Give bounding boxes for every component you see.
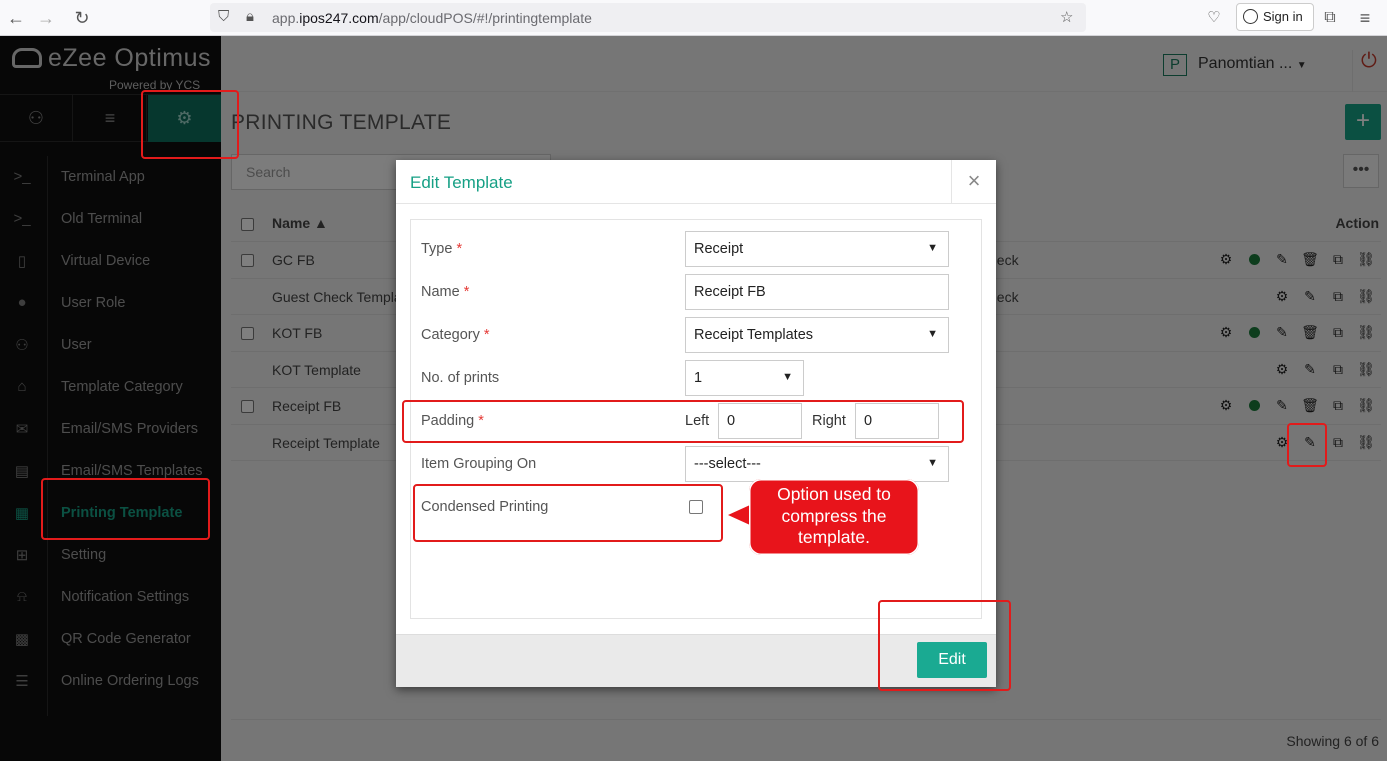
category-row: Category * Receipt Templates: [411, 317, 983, 353]
forward-icon[interactable]: →: [34, 6, 58, 30]
highlight-printing-template: [41, 478, 210, 540]
highlight-padding-row: [402, 400, 964, 443]
extensions-icon[interactable]: ⧉: [1318, 6, 1342, 30]
bookmark-star-icon[interactable]: ☆: [1060, 8, 1073, 26]
address-bar[interactable]: ⛉ 🔒︎ app.ipos247.com/app/cloudPOS/#!/pri…: [210, 3, 1086, 32]
modal-header: Edit Template ×: [396, 160, 996, 204]
grouping-label: Item Grouping On: [421, 456, 537, 472]
browser-toolbar: ← → ↻ ⛉ 🔒︎ app.ipos247.com/app/cloudPOS/…: [0, 0, 1387, 36]
close-icon[interactable]: ×: [951, 160, 996, 204]
account-icon: [1243, 9, 1258, 24]
highlight-settings-tab: [141, 90, 239, 159]
prints-label: No. of prints: [421, 370, 500, 386]
name-row: Name * Receipt FB: [411, 274, 983, 310]
type-row: Type * Receipt: [411, 231, 983, 267]
grouping-row: Item Grouping On ---select---: [411, 446, 983, 482]
highlight-edit-button: [878, 600, 1011, 691]
grouping-select[interactable]: ---select---: [685, 446, 949, 482]
highlight-condensed-printing: [413, 484, 723, 542]
sign-in-button[interactable]: Sign in: [1236, 3, 1314, 31]
back-icon[interactable]: ←: [4, 6, 28, 30]
highlight-edit-pencil: [1287, 423, 1327, 467]
annotation-callout: Option used to compress the template.: [749, 479, 919, 555]
menu-icon[interactable]: ≡: [1353, 6, 1377, 30]
name-label: Name *: [421, 284, 470, 300]
reload-icon[interactable]: ↻: [70, 6, 94, 30]
type-select[interactable]: Receipt: [685, 231, 949, 267]
modal-title: Edit Template: [410, 173, 513, 192]
url-text: app.ipos247.com/app/cloudPOS/#!/printing…: [272, 10, 592, 26]
pocket-icon[interactable]: ♡: [1202, 6, 1226, 30]
prints-select[interactable]: 1: [685, 360, 804, 396]
callout-pointer: [728, 505, 750, 525]
prints-row: No. of prints 1: [411, 360, 983, 396]
category-label: Category *: [421, 327, 490, 343]
shield-icon: ⛉: [218, 8, 230, 25]
category-select[interactable]: Receipt Templates: [685, 317, 949, 353]
name-input[interactable]: Receipt FB: [685, 274, 949, 310]
type-label: Type *: [421, 241, 463, 257]
lock-icon: 🔒︎: [246, 8, 254, 25]
